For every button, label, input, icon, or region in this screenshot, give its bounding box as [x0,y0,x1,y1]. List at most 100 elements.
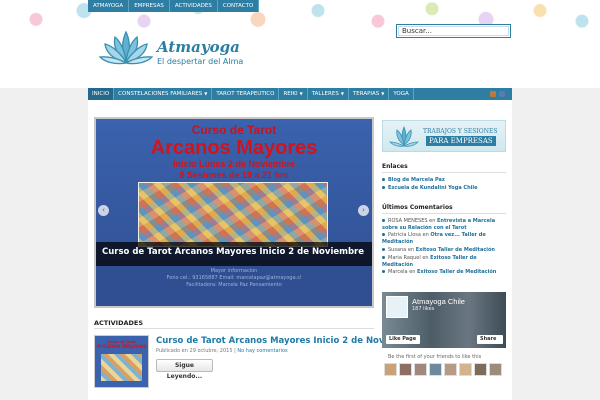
main-nav: INICIO CONSTELACIONES FAMILIARES ▼ TAROT … [88,88,512,100]
slider-prev-button[interactable]: ‹ [98,205,109,216]
facebook-icon[interactable] [499,91,505,97]
divider [382,213,506,214]
header-pattern-band [0,0,600,88]
site-logo[interactable]: Atmayoga El despertar del Alma [97,28,247,72]
slide-footer-line: Fono cel.: 93165887 Email: marcelapaz@at… [166,275,302,281]
comment-on: en [429,218,436,224]
featured-slider[interactable]: Curso de Tarot Arcanos Mayores Inicio Lu… [94,117,374,308]
comment-author: Susana [388,247,407,253]
divider [94,328,374,329]
nav-reiki[interactable]: REIKI ▼ [279,88,308,100]
comment-on: en [409,269,416,275]
chevron-down-icon: ▼ [204,91,208,96]
top-nav: ATMAYOGA EMPRESAS ACTIVIDADES CONTACTO [88,0,260,12]
top-nav-atmayoga[interactable]: ATMAYOGA [88,0,130,12]
comment-item: Maria Raquel en Exitoso Taller de Medita… [382,255,506,268]
links-heading: Enlaces [382,163,408,170]
comment-author: Patricia Llosa [388,232,421,238]
banner-line-1: TRABAJOS Y SESIONES [423,128,498,135]
tarot-cards-image [138,182,328,247]
nav-yoga[interactable]: YOGA [389,88,414,100]
lotus-icon [389,125,419,147]
chevron-down-icon: ▼ [299,91,303,96]
avatar[interactable] [474,363,487,376]
avatar[interactable] [444,363,457,376]
avatar[interactable] [489,363,502,376]
search-box [396,24,511,38]
comment-on: en [422,232,429,238]
fb-page-name[interactable]: Atmayoga Chile [412,297,465,306]
fb-share-button[interactable]: Share [477,335,503,344]
avatar[interactable] [384,363,397,376]
nav-label: TAROT TERAPEUTICO [216,91,275,97]
avatar[interactable] [429,363,442,376]
comment-item: Susana en Exitoso Taller de Meditación [382,247,506,254]
comment-author: ROSA MENESES [388,218,428,224]
comment-link[interactable]: Exitoso Taller de Meditación [417,269,496,275]
read-more-button[interactable]: Sigue Leyendo... [156,359,213,380]
fb-friends-text: Be the first of your friends to like thi… [388,354,482,360]
comment-item: Marcela en Exitoso Taller de Meditación [382,269,506,276]
page-avatar [386,296,408,318]
sidebar-link[interactable]: Escuela de Kundalini Yoga Chile [382,185,478,191]
comment-item: ROSA MENESES en Entrevista a Marcela sob… [382,218,506,231]
post-comments-link[interactable]: No hay comentarios [237,348,287,354]
comment-item: Patricia Llosa en Otra vez... Taller de … [382,232,506,245]
nav-label: TALLERES [311,91,339,97]
chevron-down-icon: ▼ [381,91,385,96]
slide-footer: Mayor informacion Fono cel.: 93165887 Em… [96,266,372,306]
search-input[interactable] [398,26,509,36]
slide-heading-2: Arcanos Mayores [150,137,318,159]
divider [382,172,506,173]
top-nav-contacto[interactable]: CONTACTO [218,0,260,12]
link-label: Escuela de Kundalini Yoga Chile [388,185,478,191]
fb-likes-count: 187 likes [412,306,435,312]
comment-on: en [422,255,429,261]
comment-link[interactable]: Exitoso Taller de Meditación [416,247,495,253]
avatar[interactable] [459,363,472,376]
nav-label: TERAPIAS [352,91,380,97]
nav-label: INICIO [92,91,110,97]
logo-name: Atmayoga [157,38,240,56]
post-meta: Publicado en 29 octubre, 2015 | No hay c… [156,348,288,354]
slider-next-button[interactable]: › [358,205,369,216]
slide-heading-1: Curso de Tarot [191,123,277,137]
chevron-down-icon: ▼ [340,91,344,96]
slide-sessions: 8 Sesiones de 19 a 21 hrs [179,170,289,180]
post-thumbnail[interactable]: Curso de Tarot Arcanos Mayores [94,335,149,388]
comment-author: Maria Raquel [388,255,421,261]
nav-label: YOGA [393,91,409,97]
nav-constelaciones[interactable]: CONSTELACIONES FAMILIARES ▼ [114,88,213,100]
comment-on: en [407,247,415,253]
link-label: Blog de Marcela Paz [388,177,445,183]
thumb-cards-image [101,354,142,381]
sidebar-link[interactable]: Blog de Marcela Paz [382,177,445,183]
nav-talleres[interactable]: TALLERES ▼ [308,88,349,100]
fb-friends-avatars [384,363,502,376]
nav-tarot[interactable]: TAROT TERAPEUTICO [212,88,280,100]
nav-inicio[interactable]: INICIO [88,88,115,100]
top-nav-actividades[interactable]: ACTIVIDADES [170,0,218,12]
avatar[interactable] [414,363,427,376]
slide-caption[interactable]: Curso de Tarot Arcanos Mayores Inicio 2 … [102,247,364,257]
activities-heading: ACTIVIDADES [94,319,144,327]
nav-terapias[interactable]: TERAPIAS ▼ [349,88,390,100]
top-nav-empresas[interactable]: EMPRESAS [129,0,170,12]
rss-icon[interactable] [490,91,496,97]
fb-like-button[interactable]: Like Page [386,335,420,344]
nav-label: CONSTELACIONES FAMILIARES [118,91,203,97]
post-date: Publicado en 29 octubre, 2015 [156,348,233,354]
lotus-icon [98,30,154,65]
nav-label: REIKI [283,91,298,97]
facebook-page-widget[interactable]: Atmayoga Chile 187 likes Like Page Share [382,292,506,348]
logo-tagline: El despertar del Alma [157,57,244,66]
post-title[interactable]: Curso de Tarot Arcanos Mayores Inicio 2 … [156,336,418,346]
slide-footer-line: Facilitadora: Marcela Paz Pensamiento [186,282,282,288]
comments-heading: Últimos Comentarios [382,204,453,211]
banner-line-2: PARA EMPRESAS [426,136,496,146]
slide-date: Inicio Lunes 2 de Noviembre [172,159,296,169]
thumb-line-2: Arcanos Mayores [96,344,147,350]
slide-footer-line: Mayor informacion [210,268,258,274]
avatar[interactable] [399,363,412,376]
business-banner[interactable]: TRABAJOS Y SESIONES PARA EMPRESAS [382,120,506,152]
